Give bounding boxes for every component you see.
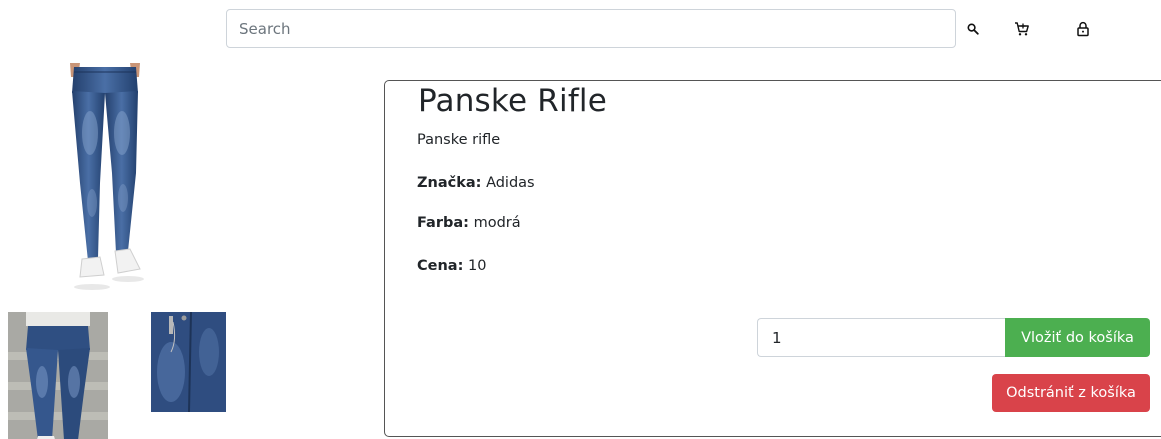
quantity-input[interactable]: [757, 318, 1007, 357]
cart-icon: [1014, 21, 1030, 37]
search-input[interactable]: [226, 9, 956, 48]
brand-label: Značka:: [417, 175, 482, 191]
product-price: Cena: 10: [417, 258, 486, 274]
price-label: Cena:: [417, 258, 464, 274]
cart-button[interactable]: [1007, 14, 1037, 44]
product-brand: Značka: Adidas: [417, 175, 535, 191]
account-button[interactable]: [1068, 14, 1098, 44]
color-label: Farba:: [417, 215, 469, 231]
product-main-image[interactable]: [60, 63, 150, 298]
product-title: Panske Rifle: [418, 83, 608, 119]
search-button[interactable]: [958, 14, 988, 44]
product-card: Panske Rifle Panske rifle Značka: Adidas…: [384, 80, 1161, 437]
brand-value: Adidas: [486, 175, 535, 191]
remove-from-cart-button[interactable]: Odstrániť z košíka: [992, 374, 1150, 412]
lock-icon: [1076, 21, 1090, 37]
product-thumbnail-1[interactable]: [8, 312, 108, 439]
price-value: 10: [468, 258, 487, 274]
add-to-cart-button[interactable]: Vložiť do košíka: [1005, 318, 1150, 357]
search-icon: [967, 23, 979, 35]
product-description: Panske rifle: [417, 132, 501, 148]
product-thumbnail-2[interactable]: [151, 312, 226, 412]
product-page: Panske Rifle Panske rifle Značka: Adidas…: [0, 0, 1161, 439]
product-color: Farba: modrá: [417, 215, 521, 231]
color-value: modrá: [473, 215, 521, 231]
